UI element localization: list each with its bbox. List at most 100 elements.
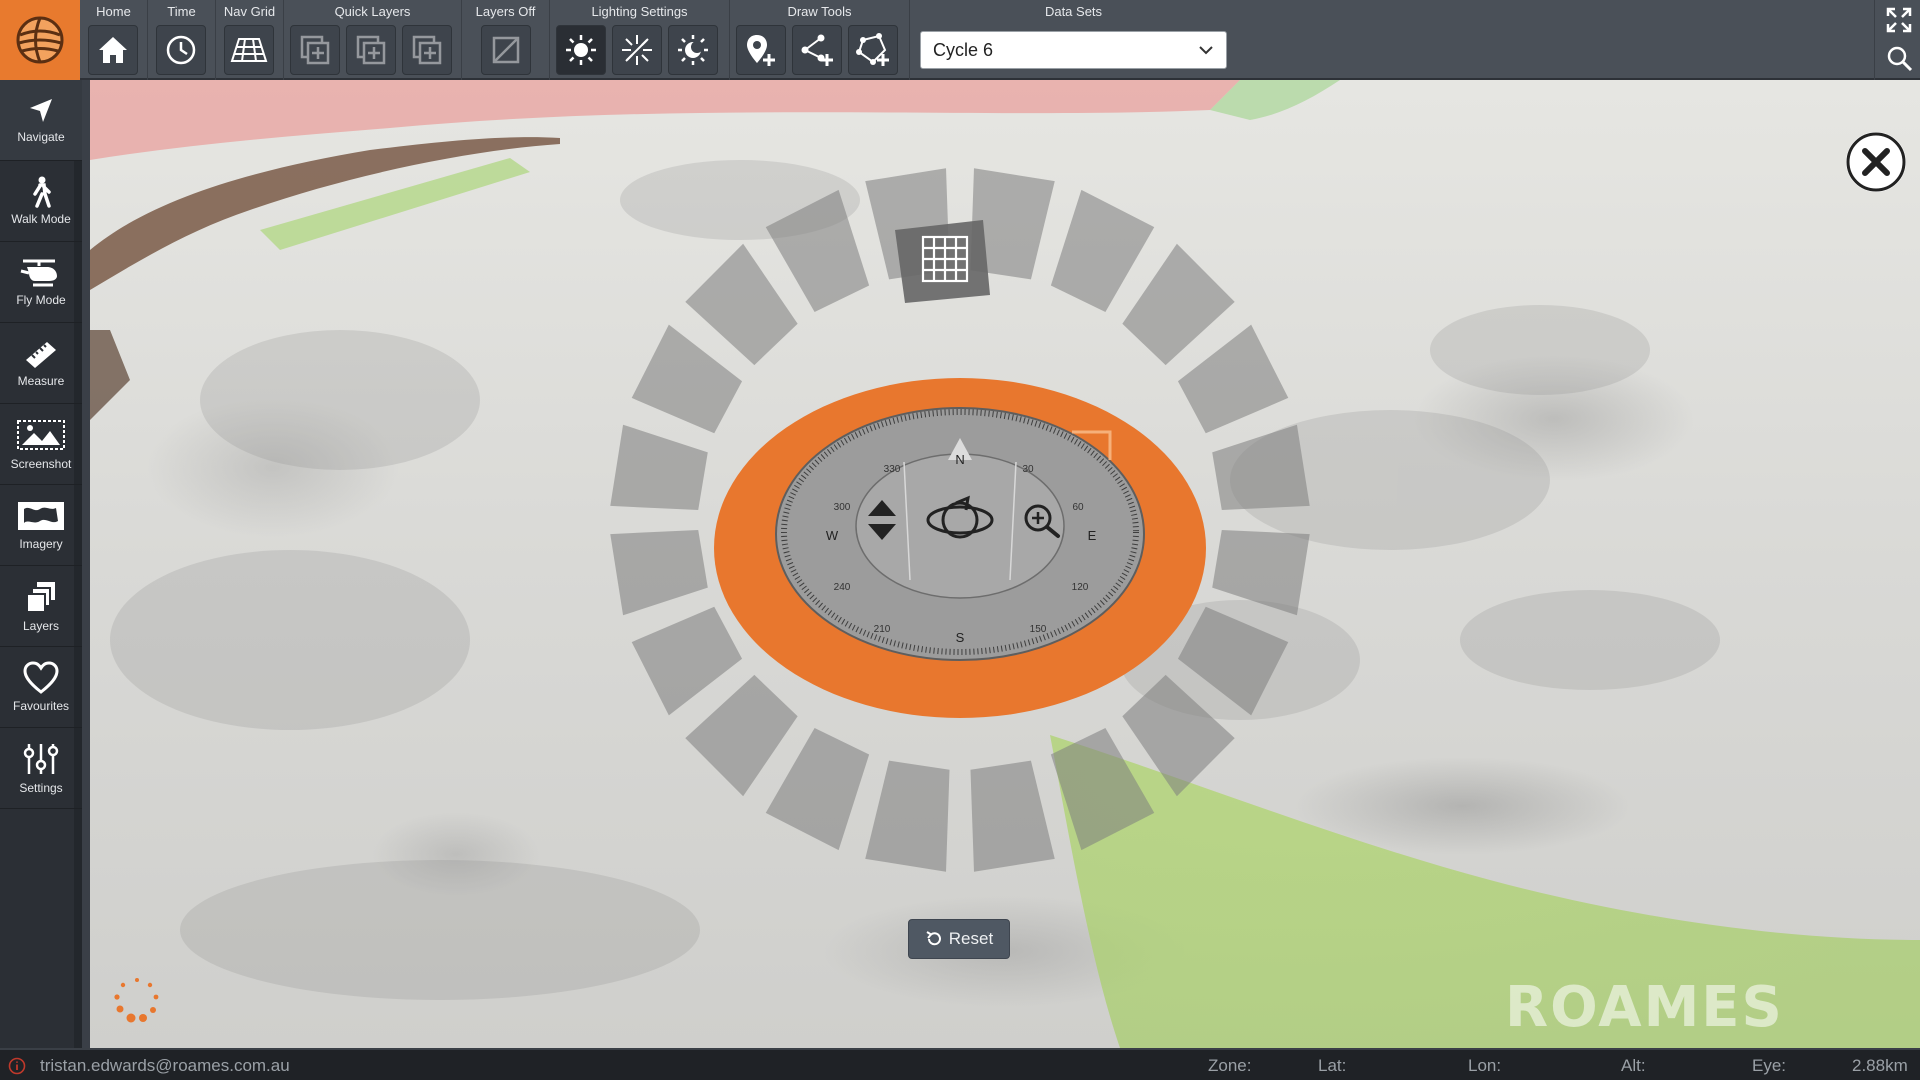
draw-polygon-button[interactable] xyxy=(848,25,898,75)
home-button[interactable] xyxy=(88,25,138,75)
group-time-label: Time xyxy=(167,4,196,19)
tilt-ring-segment[interactable] xyxy=(631,324,743,434)
alt-label: Alt: xyxy=(1621,1056,1646,1075)
sidebar-item-layers[interactable]: Layers xyxy=(0,566,82,647)
dataset-select-value: Cycle 6 xyxy=(933,39,994,60)
sidebar-item-label: Layers xyxy=(22,619,60,633)
tilt-ring-segment[interactable] xyxy=(631,606,743,716)
user-email: tristan.edwards@roames.com.au xyxy=(40,1056,290,1075)
tilt-ring-segment[interactable] xyxy=(1122,243,1235,366)
compass-degree-label: 330 xyxy=(884,464,901,475)
chevron-down-icon xyxy=(1199,46,1213,55)
group-quick-layers-label: Quick Layers xyxy=(334,4,411,19)
draw-line-button[interactable] xyxy=(792,25,842,75)
compass-west-label: W xyxy=(826,528,839,543)
lighting-sun-button[interactable] xyxy=(556,25,606,75)
tilt-ring-segment[interactable] xyxy=(765,189,870,313)
compass-degree-label: 120 xyxy=(1072,582,1089,593)
fullscreen-icon xyxy=(1886,7,1912,33)
left-sidebar: Navigate Walk Mode Fly Mode Measure Scre… xyxy=(0,80,82,1048)
lighting-night-button[interactable] xyxy=(668,25,718,75)
sidebar-item-fly-mode[interactable]: Fly Mode xyxy=(0,242,82,323)
nav-grid-button[interactable] xyxy=(224,25,274,75)
tilt-ring-segment[interactable] xyxy=(685,674,798,797)
tilt-ring-segment[interactable] xyxy=(610,529,708,616)
close-button[interactable] xyxy=(1846,132,1906,192)
polygon-add-icon xyxy=(856,33,889,66)
layers-off-button[interactable] xyxy=(481,25,531,75)
group-lighting-settings-label: Lighting Settings xyxy=(591,4,688,19)
tilt-ring-segment[interactable] xyxy=(685,243,798,366)
zone-label: Zone: xyxy=(1208,1056,1252,1075)
lighting-ambient-button[interactable] xyxy=(612,25,662,75)
search-button[interactable] xyxy=(1885,44,1913,77)
sidebar-item-navigate[interactable]: Navigate xyxy=(0,80,82,161)
group-quick-layers: Quick Layers xyxy=(284,0,462,80)
tilt-ring-segment[interactable] xyxy=(1050,727,1155,851)
tilt-ring-segment[interactable] xyxy=(1177,606,1289,716)
tilt-ring-segment[interactable] xyxy=(610,424,708,511)
navigate-arrow-icon xyxy=(30,99,52,122)
map-pin-add-icon xyxy=(747,35,775,66)
layers-off-icon xyxy=(492,36,520,64)
search-icon xyxy=(1887,46,1913,72)
group-lighting-settings: Lighting Settings xyxy=(550,0,730,80)
dataset-select[interactable]: Cycle 6 xyxy=(920,31,1227,69)
tilt-ring-segment[interactable] xyxy=(865,760,950,872)
sidebar-item-walk-mode[interactable]: Walk Mode xyxy=(0,161,82,242)
layers-icon xyxy=(26,582,55,613)
quick-layer-2-button[interactable] xyxy=(346,25,396,75)
sun-rays-icon xyxy=(622,35,652,65)
draw-point-button[interactable] xyxy=(736,25,786,75)
tilt-ring-segment[interactable] xyxy=(1177,324,1289,434)
group-time: Time xyxy=(148,0,216,80)
grid-toggle-button[interactable] xyxy=(895,220,990,303)
navigation-widget: N E S W 30 60 120 150 210 240 300 330 xyxy=(610,168,1310,872)
group-layers-off-label: Layers Off xyxy=(475,4,536,19)
reset-icon xyxy=(926,931,941,946)
walk-icon xyxy=(33,176,51,208)
tilt-ring-segment[interactable] xyxy=(1122,674,1235,797)
tilt-ring-segment[interactable] xyxy=(765,727,870,851)
sun-icon xyxy=(566,35,596,65)
group-draw-tools-label: Draw Tools xyxy=(787,4,852,19)
quick-layer-1-button[interactable] xyxy=(290,25,340,75)
layer-add-icon xyxy=(412,35,442,65)
tilt-ring-segment[interactable] xyxy=(1212,424,1310,511)
group-nav-grid: Nav Grid xyxy=(216,0,284,80)
group-data-sets-label: Data Sets xyxy=(1044,4,1103,19)
tilt-ring-segment[interactable] xyxy=(1212,529,1310,616)
info-icon[interactable] xyxy=(8,1057,26,1075)
sidebar-item-measure[interactable]: Measure xyxy=(0,323,82,404)
app-logo[interactable] xyxy=(0,0,80,80)
sidebar-item-imagery[interactable]: Imagery xyxy=(0,485,82,566)
imagery-map-icon xyxy=(18,502,64,530)
eye-label: Eye: xyxy=(1752,1056,1787,1075)
tilt-ring-segment[interactable] xyxy=(970,760,1055,872)
sidebar-item-screenshot[interactable]: Screenshot xyxy=(0,404,82,485)
fullscreen-button[interactable] xyxy=(1885,6,1913,39)
compass-degree-label: 210 xyxy=(874,624,891,635)
sidebar-item-label: Imagery xyxy=(19,537,63,551)
compass-degree-label: 150 xyxy=(1030,624,1047,635)
sliders-icon xyxy=(23,744,59,774)
compass-degree-label: 300 xyxy=(834,502,851,513)
sidebar-item-label: Measure xyxy=(17,374,65,388)
clock-icon xyxy=(166,35,196,65)
compass-east-label: E xyxy=(1088,528,1097,543)
time-button[interactable] xyxy=(156,25,206,75)
sidebar-item-settings[interactable]: Settings xyxy=(0,728,82,809)
sun-moon-icon xyxy=(678,35,708,65)
tilt-ring-segment[interactable] xyxy=(1050,189,1155,313)
ruler-icon xyxy=(26,342,56,368)
map-viewport[interactable]: N E S W 30 60 120 150 210 240 300 330 xyxy=(90,80,1920,1048)
group-nav-grid-label: Nav Grid xyxy=(223,4,276,19)
close-icon xyxy=(1846,132,1906,192)
helicopter-icon xyxy=(20,259,57,287)
sidebar-item-label: Walk Mode xyxy=(11,212,71,226)
sidebar-item-label: Fly Mode xyxy=(16,293,66,307)
quick-layer-3-button[interactable] xyxy=(402,25,452,75)
reset-button[interactable]: Reset xyxy=(908,919,1010,959)
sidebar-item-favourites[interactable]: Favourites xyxy=(0,647,82,728)
layer-add-icon xyxy=(300,35,330,65)
